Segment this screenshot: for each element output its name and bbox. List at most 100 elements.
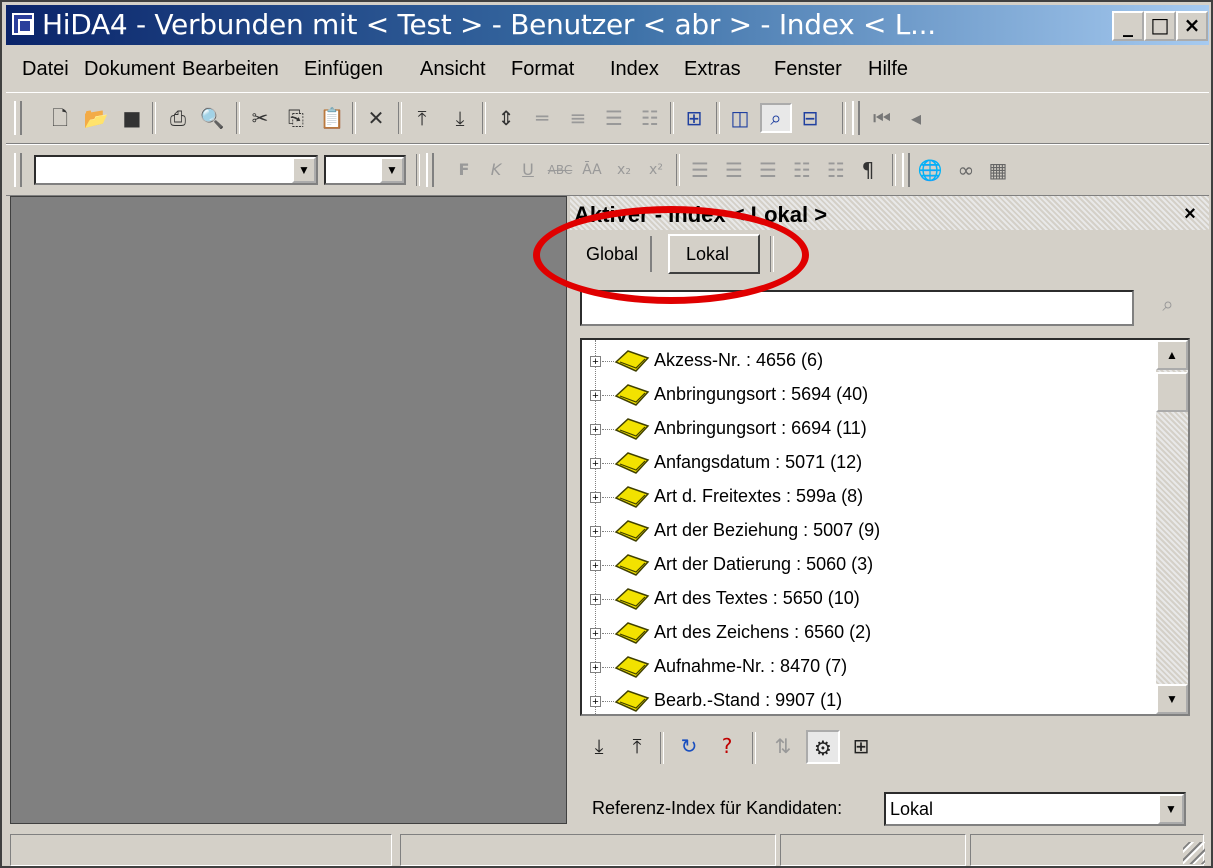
- scroll-up-button[interactable]: ▲: [1156, 340, 1188, 370]
- tree-item[interactable]: + Art der Beziehung : 5007 (9): [582, 514, 1157, 548]
- tree-item[interactable]: + Art der Datierung : 5060 (3): [582, 548, 1157, 582]
- toolbar-grip[interactable]: [902, 153, 910, 187]
- tree-item[interactable]: + Bearb.-Stand : 9907 (1): [582, 684, 1157, 714]
- menu-dokument[interactable]: Dokument: [84, 58, 175, 81]
- refresh-list-icon[interactable]: ↻: [672, 730, 706, 764]
- scroll-thumb[interactable]: [1156, 372, 1188, 412]
- toolbar-grip[interactable]: [14, 153, 22, 187]
- strikethrough-icon[interactable]: ABC: [546, 157, 574, 183]
- reference-index-select[interactable]: Lokal ▼: [884, 792, 1186, 826]
- tab-lokal[interactable]: Lokal: [668, 234, 760, 274]
- toolbar-grip[interactable]: [14, 101, 22, 135]
- toolbar-grip[interactable]: [426, 153, 434, 187]
- list-icon[interactable]: ☷: [636, 105, 664, 131]
- expand-icon[interactable]: +: [590, 458, 601, 470]
- chevron-down-icon[interactable]: ▼: [1158, 794, 1184, 824]
- menu-extras[interactable]: Extras: [684, 58, 741, 81]
- globe-icon[interactable]: 🌐: [916, 157, 944, 183]
- expand-icon[interactable]: +: [590, 492, 601, 504]
- resize-grip[interactable]: [1183, 842, 1205, 864]
- chevron-down-icon[interactable]: ▼: [292, 157, 316, 183]
- menu-bearbeiten[interactable]: Bearbeiten: [182, 58, 279, 81]
- close-button[interactable]: ×: [1176, 11, 1208, 41]
- delete-icon[interactable]: ✕: [362, 105, 390, 131]
- search-icon[interactable]: ⌕: [1154, 294, 1182, 322]
- bullet-list-icon[interactable]: ☷: [788, 157, 816, 183]
- grid-icon[interactable]: ▦: [984, 157, 1012, 183]
- minimize-button[interactable]: _: [1112, 11, 1144, 41]
- tree-item[interactable]: + Art d. Freitextes : 599a (8): [582, 480, 1157, 514]
- save-icon[interactable]: ■: [118, 105, 146, 131]
- tree-structure-icon[interactable]: ⊞: [680, 105, 708, 131]
- expand-icon[interactable]: +: [590, 594, 601, 606]
- line-single-icon[interactable]: ═: [528, 105, 556, 131]
- expand-icon[interactable]: +: [590, 696, 601, 708]
- toolbar-grip[interactable]: [852, 101, 860, 135]
- app-icon[interactable]: [12, 13, 34, 35]
- menu-format[interactable]: Format: [511, 58, 574, 81]
- align-right-icon[interactable]: ☰: [754, 157, 782, 183]
- hierarchy-icon[interactable]: ⊟: [796, 105, 824, 131]
- menu-datei[interactable]: Datei: [22, 58, 69, 81]
- print-icon[interactable]: ⎙: [164, 105, 192, 131]
- expand-icon[interactable]: +: [590, 424, 601, 436]
- paste-icon[interactable]: 📋: [318, 105, 346, 131]
- chevron-down-icon[interactable]: ▼: [380, 157, 404, 183]
- line-double-icon[interactable]: ≡: [564, 105, 592, 131]
- expand-icon[interactable]: +: [590, 390, 601, 402]
- title-bar[interactable]: HiDA4 - Verbunden mit < Test > - Benutze…: [6, 5, 1209, 45]
- pilcrow-icon[interactable]: ¶: [854, 157, 882, 183]
- subscript-icon[interactable]: x₂: [610, 157, 638, 183]
- tree-item[interactable]: + Anfangsdatum : 5071 (12): [582, 446, 1157, 480]
- tree-item[interactable]: + Art des Zeichens : 6560 (2): [582, 616, 1157, 650]
- menu-fenster[interactable]: Fenster: [774, 58, 842, 81]
- align-center-icon[interactable]: ☰: [720, 157, 748, 183]
- italic-icon[interactable]: K: [482, 157, 510, 183]
- numbered-list-icon[interactable]: ☷: [822, 157, 850, 183]
- link-icon[interactable]: ∞: [952, 157, 980, 183]
- text-block-icon[interactable]: ☰: [600, 105, 628, 131]
- tree-item[interactable]: + Akzess-Nr. : 4656 (6): [582, 344, 1157, 378]
- superscript-icon[interactable]: x²: [642, 157, 670, 183]
- cut-icon[interactable]: ✂: [246, 105, 274, 131]
- tree-item[interactable]: + Anbringungsort : 5694 (40): [582, 378, 1157, 412]
- font-combo[interactable]: ▼: [34, 155, 318, 185]
- split-icon[interactable]: ⇕: [492, 105, 520, 131]
- print-preview-icon[interactable]: 🔍: [198, 105, 226, 131]
- insert-above-icon[interactable]: ⤒: [620, 730, 654, 764]
- insert-below-icon[interactable]: ⤓: [582, 730, 616, 764]
- settings-icon[interactable]: ⚙: [806, 730, 840, 764]
- underline-icon[interactable]: U: [514, 157, 542, 183]
- menu-hilfe[interactable]: Hilfe: [868, 58, 908, 81]
- sync-icon[interactable]: ⇅: [766, 730, 800, 764]
- maximize-button[interactable]: □: [1144, 11, 1176, 41]
- tree-item[interactable]: + Aufnahme-Nr. : 8470 (7): [582, 650, 1157, 684]
- new-document-icon[interactable]: 🗋: [46, 105, 74, 131]
- move-top-icon[interactable]: ⤒: [408, 105, 436, 131]
- align-left-icon[interactable]: ☰: [686, 157, 714, 183]
- search-input[interactable]: [580, 290, 1134, 326]
- menu-ansicht[interactable]: Ansicht: [420, 58, 486, 81]
- tree-view-icon[interactable]: ⊞: [844, 730, 878, 764]
- case-icon[interactable]: ĀA: [578, 157, 606, 183]
- expand-icon[interactable]: +: [590, 560, 601, 572]
- previous-record-icon[interactable]: ◂: [902, 105, 930, 131]
- bold-icon[interactable]: F: [450, 157, 478, 183]
- first-record-icon[interactable]: ⏮: [868, 105, 896, 131]
- move-bottom-icon[interactable]: ⤓: [446, 105, 474, 131]
- document-area[interactable]: [10, 196, 567, 824]
- font-size-combo[interactable]: ▼: [324, 155, 406, 185]
- menu-index[interactable]: Index: [610, 58, 659, 81]
- menu-einfuegen[interactable]: Einfügen: [304, 58, 383, 81]
- index-search-icon[interactable]: ⌕: [760, 103, 792, 133]
- expand-icon[interactable]: +: [590, 628, 601, 640]
- tab-global[interactable]: Global: [580, 236, 653, 272]
- expand-icon[interactable]: +: [590, 356, 601, 368]
- scroll-down-button[interactable]: ▼: [1156, 684, 1188, 714]
- copy-icon[interactable]: ⎘: [282, 105, 310, 131]
- open-folder-icon[interactable]: 📂: [82, 105, 110, 131]
- vertical-scrollbar[interactable]: ▲ ▼: [1156, 340, 1188, 714]
- index-tree[interactable]: + Akzess-Nr. : 4656 (6) + Anbringungsort : …: [580, 338, 1190, 716]
- expand-icon[interactable]: +: [590, 662, 601, 674]
- query-icon[interactable]: ?: [710, 730, 744, 764]
